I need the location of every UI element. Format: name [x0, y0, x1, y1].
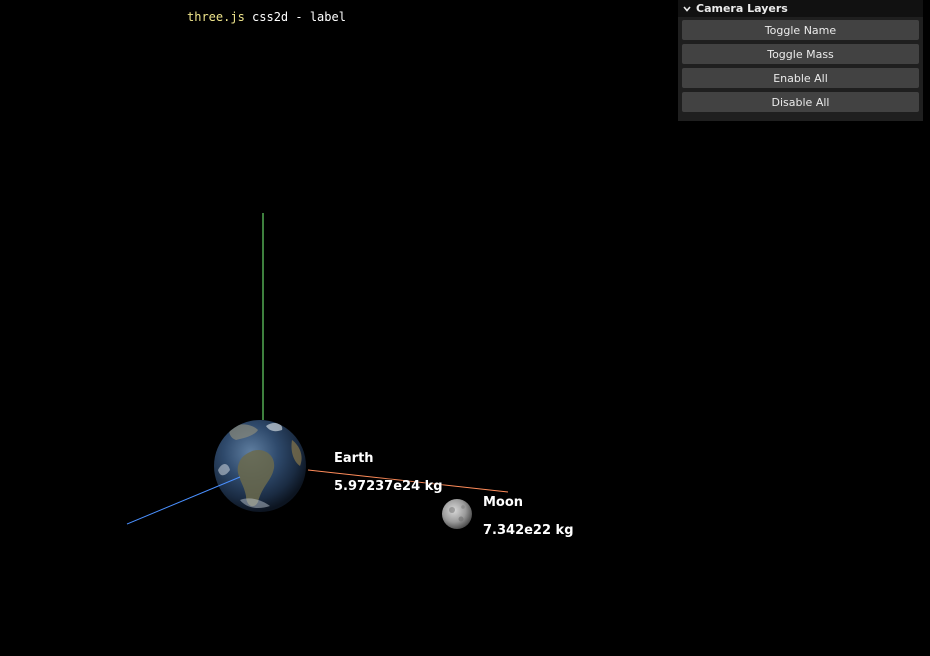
camera-layers-buttons: Toggle Name Toggle Mass Enable All Disab… [678, 17, 923, 112]
earth-sphere [214, 420, 306, 512]
toggle-mass-button[interactable]: Toggle Mass [682, 44, 919, 64]
enable-all-button[interactable]: Enable All [682, 68, 919, 88]
moon-sphere [442, 499, 472, 529]
camera-layers-panel: Camera Layers Toggle Name Toggle Mass En… [678, 0, 923, 121]
z-axis-line [126, 476, 241, 525]
camera-layers-title: Camera Layers [696, 1, 788, 15]
earth-name-label: Earth [334, 451, 374, 466]
disable-all-button[interactable]: Disable All [682, 92, 919, 112]
moon-name-label: Moon [483, 495, 524, 510]
chevron-down-icon [683, 5, 691, 12]
earth-mass-label: 5.97237e24 kg [334, 479, 443, 494]
moon-mass-label: 7.342e22 kg [483, 523, 574, 538]
render-viewport[interactable]: three.js css2d - label Earth 5.97237e24 … [0, 0, 930, 656]
camera-layers-folder-header[interactable]: Camera Layers [678, 0, 923, 17]
toggle-name-button[interactable]: Toggle Name [682, 20, 919, 40]
